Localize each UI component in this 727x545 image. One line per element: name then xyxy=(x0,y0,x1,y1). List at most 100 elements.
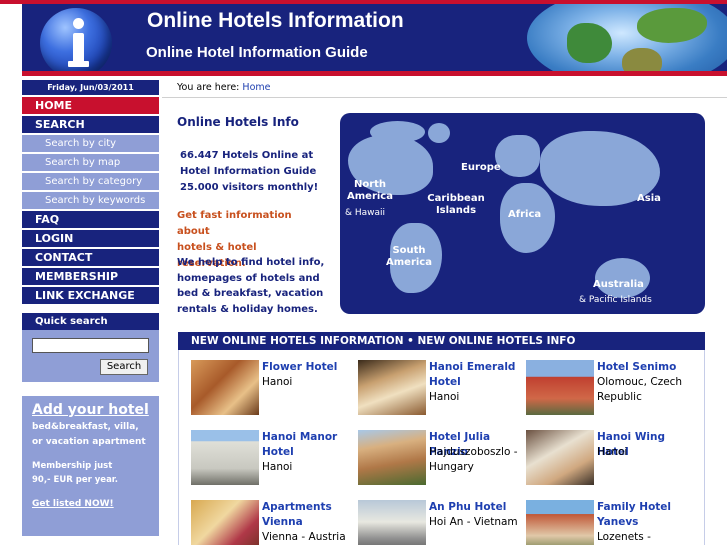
hotel-card[interactable]: Hotel Senimo Olomouc, Czech Republic xyxy=(526,360,691,420)
nav-faq[interactable]: FAQ xyxy=(22,211,159,228)
hotel-location: Hanoi xyxy=(262,461,293,473)
site-subtitle: Online Hotel Information Guide xyxy=(146,44,368,61)
map-label-australia[interactable]: Australia xyxy=(593,279,644,291)
hotel-name-link[interactable]: An Phu Hotel xyxy=(429,500,524,515)
membership-line: 90,- EUR per year. xyxy=(32,475,119,485)
membership-price: Membership just 90,- EUR per year. xyxy=(32,459,149,487)
hotel-location: Hanoi xyxy=(429,391,460,403)
hotel-location: Lozenets - xyxy=(597,531,651,543)
map-label-north-america[interactable]: North America xyxy=(344,179,396,203)
breadcrumb: You are here: Home xyxy=(177,82,270,93)
fast-line: Get fast information about xyxy=(177,210,292,237)
hotel-location: Hanoi xyxy=(262,376,293,388)
new-hotels-heading: NEW ONLINE HOTELS INFORMATION • NEW ONLI… xyxy=(178,332,705,350)
quick-search-button[interactable]: Search xyxy=(100,359,148,375)
info-title: Online Hotels Info xyxy=(177,115,299,129)
greenland-shape xyxy=(428,123,450,143)
hotel-name-link[interactable]: Flower Hotel xyxy=(262,360,357,375)
hotel-photo[interactable] xyxy=(358,430,426,485)
hotel-name-link[interactable]: Hanoi Manor Hotel xyxy=(262,430,357,460)
hotel-card[interactable]: Hanoi Wing Hotel Hanoi xyxy=(526,430,691,490)
info-stats: 66.447 Hotels Online at Hotel Informatio… xyxy=(180,148,330,196)
hotel-name-link[interactable]: Family Hotel Yanevs xyxy=(597,500,692,530)
map-label-europe[interactable]: Europe xyxy=(461,162,501,174)
nav-search-by-map[interactable]: Search by map xyxy=(22,154,159,171)
breadcrumb-prefix: You are here: xyxy=(177,82,240,93)
hotel-card[interactable]: Apartments Vienna Vienna - Austria xyxy=(191,500,356,545)
map-label-pacific[interactable]: & Pacific Islands xyxy=(579,295,652,306)
hotel-photo[interactable] xyxy=(358,360,426,415)
info-help-text: We help to find hotel info, homepages of… xyxy=(177,255,327,317)
hotel-photo[interactable] xyxy=(191,430,259,485)
new-hotels-grid: Flower Hotel Hanoi Hanoi Emerald Hotel H… xyxy=(178,350,705,545)
hotel-photo[interactable] xyxy=(358,500,426,545)
map-label-south-america[interactable]: South America xyxy=(379,245,439,269)
world-map[interactable]: North America & Hawaii Caribbean Islands… xyxy=(340,113,705,314)
add-hotel-desc-line: or vacation apartment xyxy=(32,437,146,447)
hotel-photo[interactable] xyxy=(526,430,594,485)
stats-line: 66.447 Hotels Online at xyxy=(180,150,314,161)
hotel-location: Hajduszoboszlo - Hungary xyxy=(429,446,518,473)
hotel-photo[interactable] xyxy=(191,500,259,545)
membership-line: Membership just xyxy=(32,461,113,471)
logo-i-dot xyxy=(73,18,84,29)
stats-line: Hotel Information Guide xyxy=(180,166,317,177)
nav-search-by-city[interactable]: Search by city xyxy=(22,135,159,152)
hotel-card[interactable]: An Phu Hotel Hoi An - Vietnam xyxy=(358,500,523,545)
hotel-name-link[interactable]: Hotel Senimo xyxy=(597,360,692,375)
help-line: bed & breakfast, vacation xyxy=(177,288,324,299)
nav-membership[interactable]: MEMBERSHIP xyxy=(22,268,159,285)
logo-i-base xyxy=(68,61,89,67)
hotel-photo[interactable] xyxy=(191,360,259,415)
info-logo-icon[interactable] xyxy=(40,8,112,71)
help-line: homepages of hotels and xyxy=(177,272,320,284)
globe-land xyxy=(567,23,612,63)
globe-land xyxy=(622,48,662,71)
globe-icon xyxy=(527,4,727,71)
add-hotel-panel: Add your hotel bed&breakfast, villa, or … xyxy=(22,396,159,536)
hotel-location: Vienna - Austria xyxy=(262,531,346,543)
nav-search-by-keywords[interactable]: Search by keywords xyxy=(22,192,159,209)
hotel-location: Hanoi xyxy=(597,446,628,458)
hotel-location: Olomouc, Czech Republic xyxy=(597,376,683,403)
australia-shape[interactable] xyxy=(595,258,650,298)
hotel-card[interactable]: Hanoi Manor Hotel Hanoi xyxy=(191,430,356,490)
hotel-photo[interactable] xyxy=(526,360,594,415)
map-label-africa[interactable]: Africa xyxy=(508,209,541,221)
add-hotel-link[interactable]: Add your hotel xyxy=(32,402,149,418)
nav-home[interactable]: HOME xyxy=(22,97,159,114)
hotel-card[interactable]: Family Hotel Yanevs Lozenets - xyxy=(526,500,691,545)
quick-search-input[interactable] xyxy=(32,338,149,353)
site-header: Online Hotels Information Online Hotel I… xyxy=(22,4,727,76)
add-hotel-description: bed&breakfast, villa, or vacation apartm… xyxy=(32,420,149,450)
nav-link-exchange[interactable]: LINK EXCHANGE xyxy=(22,287,159,304)
hotel-card[interactable]: Flower Hotel Hanoi xyxy=(191,360,356,420)
help-line: rentals & holiday homes. xyxy=(177,303,318,315)
hotel-photo[interactable] xyxy=(526,500,594,545)
map-label-hawaii[interactable]: & Hawaii xyxy=(345,208,385,219)
breadcrumb-home-link[interactable]: Home xyxy=(242,82,270,93)
add-hotel-desc-line: bed&breakfast, villa, xyxy=(32,422,139,432)
sidebar: Friday, Jun/03/2011 HOME SEARCH Search b… xyxy=(22,80,159,545)
canada-shape xyxy=(370,121,425,143)
breadcrumb-divider xyxy=(162,97,727,98)
hotel-card[interactable]: Hotel Julia Panzio Hajduszoboszlo - Hung… xyxy=(358,430,523,490)
hotel-name-link[interactable]: Hanoi Emerald Hotel xyxy=(429,360,524,390)
hotel-location: Hoi An - Vietnam xyxy=(429,516,518,528)
hotel-name-link[interactable]: Apartments Vienna xyxy=(262,500,357,530)
current-date: Friday, Jun/03/2011 xyxy=(22,80,159,95)
nav-search-by-category[interactable]: Search by category xyxy=(22,173,159,190)
stats-line: 25.000 visitors monthly! xyxy=(180,182,319,193)
map-label-asia[interactable]: Asia xyxy=(637,193,661,205)
quick-search-panel: Search xyxy=(22,330,159,382)
site-title[interactable]: Online Hotels Information xyxy=(147,9,404,33)
globe-land xyxy=(637,8,707,43)
map-label-caribbean[interactable]: Caribbean Islands xyxy=(426,193,486,217)
hotel-card[interactable]: Hanoi Emerald Hotel Hanoi xyxy=(358,360,523,420)
nav-contact[interactable]: CONTACT xyxy=(22,249,159,266)
nav-search[interactable]: SEARCH xyxy=(22,116,159,133)
get-listed-link[interactable]: Get listed NOW! xyxy=(32,499,149,509)
europe-shape[interactable] xyxy=(495,135,540,177)
help-line: We help to find hotel info, xyxy=(177,257,325,268)
nav-login[interactable]: LOGIN xyxy=(22,230,159,247)
